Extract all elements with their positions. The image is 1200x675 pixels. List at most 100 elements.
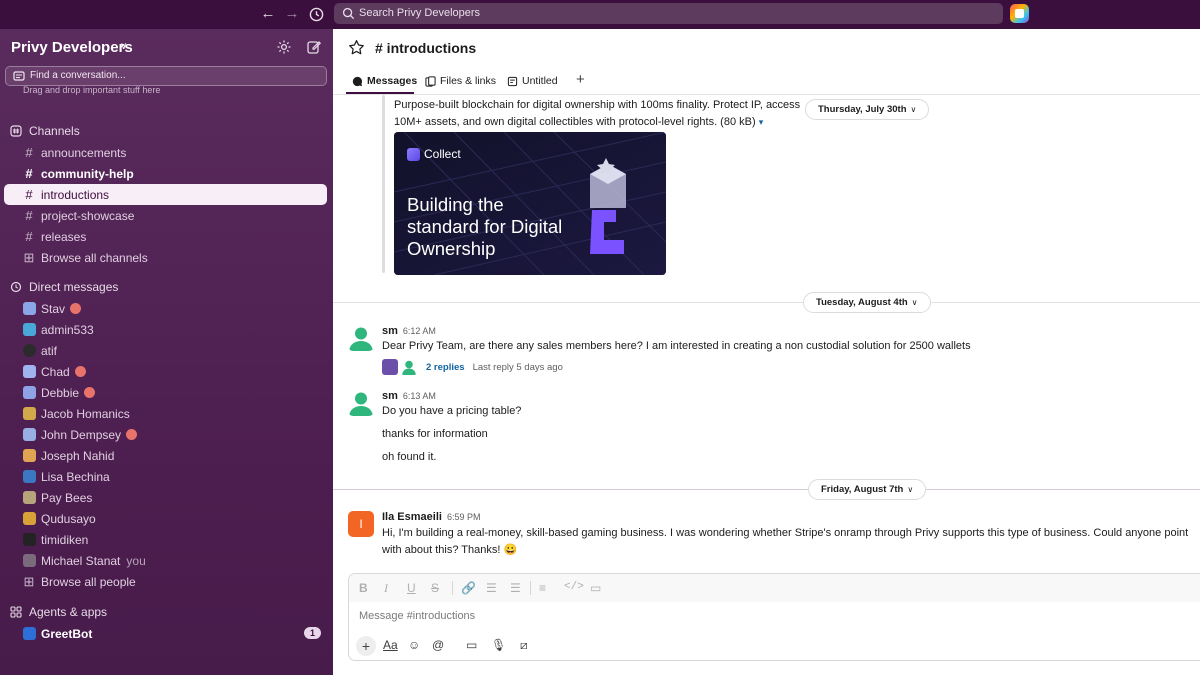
app-logo-icon[interactable] [1010, 4, 1029, 23]
message-time[interactable]: 6:12 AM [403, 326, 436, 336]
greetbot-icon [23, 627, 36, 640]
underline-icon[interactable]: U [407, 581, 416, 595]
dm-name: Chad [41, 364, 70, 379]
back-arrow-icon[interactable]: ← [258, 4, 278, 24]
dm-item-debbie[interactable]: Debbie [4, 382, 327, 403]
avatar [23, 323, 36, 336]
message-text: Hi, I'm building a real-money, skill-bas… [382, 527, 1189, 539]
ordered-list-icon[interactable]: ☰ [486, 581, 497, 595]
strikethrough-icon[interactable]: S [431, 581, 439, 595]
avatar [23, 365, 36, 378]
tab-messages[interactable]: Messages [352, 73, 417, 89]
user-avatar[interactable]: I [348, 511, 374, 537]
link-icon[interactable]: 🔗 [461, 581, 476, 595]
message-composer: B I U S 🔗 ☰ ☰ ≡ </> ▭ Message #introduct… [348, 573, 1200, 661]
message-author[interactable]: Ila Esmaeili 6:59 PM [382, 511, 480, 523]
channel-item-releases[interactable]: # releases [4, 226, 327, 247]
history-icon[interactable] [306, 4, 326, 24]
chevron-down-icon[interactable]: ∨ [120, 41, 127, 52]
channels-section-header[interactable]: Channels [10, 122, 80, 140]
apps-header-label: Agents & apps [29, 605, 108, 619]
dm-name: Debbie [41, 385, 80, 400]
code-block-icon[interactable]: ▭ [590, 581, 601, 595]
date-divider-pill[interactable]: Tuesday, August 4th ∨ [803, 292, 931, 313]
search-bar[interactable]: Search Privy Developers [334, 3, 1003, 24]
channel-item-community-help[interactable]: # community-help [4, 163, 327, 184]
message-time[interactable]: 6:13 AM [403, 391, 436, 401]
hash-icon: # [25, 145, 33, 160]
date-divider-pill[interactable]: Thursday, July 30th ∨ [805, 99, 930, 120]
gear-icon[interactable] [276, 39, 292, 55]
star-icon[interactable] [348, 39, 365, 56]
dm-item-john-dempsey[interactable]: John Dempsey [4, 424, 327, 445]
apps-section-header[interactable]: Agents & apps [10, 603, 107, 621]
replies-link[interactable]: 2 replies [426, 362, 465, 373]
forward-arrow-icon[interactable]: → [282, 4, 302, 24]
blockquote-icon[interactable]: ≡ [539, 581, 546, 595]
browse-channels-icon: ⊞ [23, 249, 35, 265]
chevron-down-icon: ∨ [911, 298, 918, 307]
code-icon[interactable]: </> [564, 581, 584, 593]
status-away-icon [84, 387, 96, 398]
you-tag: you [126, 553, 146, 568]
emoji-icon[interactable]: ☺ [408, 638, 420, 652]
attach-plus-button[interactable]: + [356, 636, 376, 656]
channel-item-project-showcase[interactable]: # project-showcase [4, 205, 327, 226]
unread-badge: 1 [303, 627, 321, 639]
channel-title[interactable]: # introductions [375, 40, 476, 56]
dm-item-atif[interactable]: atif [4, 340, 327, 361]
thread-replies[interactable]: 2 replies Last reply 5 days ago [382, 359, 563, 375]
compose-icon[interactable] [306, 39, 322, 55]
date-divider-pill[interactable]: Friday, August 7th ∨ [808, 479, 927, 500]
add-tab-button[interactable]: + [576, 71, 585, 88]
dm-item-timidiken[interactable]: timidiken [4, 529, 327, 550]
message-text: with about this? Thanks! 😀 [382, 544, 518, 556]
find-conversation-input[interactable]: Find a conversation... [5, 66, 327, 86]
user-avatar[interactable] [348, 390, 374, 416]
slash-command-icon[interactable]: ⧄ [520, 638, 528, 653]
message-author[interactable]: sm 6:13 AM [382, 390, 436, 402]
microphone-icon[interactable]: 🎙 [491, 638, 506, 652]
link-preview-image[interactable]: Collect Building the standard for Digita… [394, 132, 666, 275]
dm-item-pay-bees[interactable]: Pay Bees [4, 487, 327, 508]
video-icon[interactable]: ▭ [466, 638, 477, 652]
app-name: GreetBot [41, 626, 93, 641]
browse-people-link[interactable]: ⊞ Browse all people [4, 571, 327, 592]
status-away-icon [74, 366, 86, 377]
dm-section-header[interactable]: Direct messages [10, 278, 118, 296]
collect-logo-icon [407, 147, 420, 161]
dm-item-lisa-bechina[interactable]: Lisa Bechina [4, 466, 327, 487]
message-author[interactable]: sm 6:12 AM [382, 325, 436, 337]
italic-icon[interactable]: I [384, 581, 388, 596]
dm-item-admin533[interactable]: admin533 [4, 319, 327, 340]
text-format-button[interactable]: Aa [383, 638, 398, 652]
dm-item-stav[interactable]: Stav [4, 298, 327, 319]
dm-item-chad[interactable]: Chad [4, 361, 327, 382]
channel-item-introductions[interactable]: # introductions [4, 184, 327, 205]
channel-item-announcements[interactable]: # announcements [4, 142, 327, 163]
date-label: Tuesday, August 4th [816, 297, 908, 308]
dm-item-jacob-homanics[interactable]: Jacob Homanics [4, 403, 327, 424]
user-avatar[interactable] [348, 325, 374, 351]
message-time[interactable]: 6:59 PM [447, 512, 481, 522]
channel-name: community-help [41, 166, 134, 181]
mention-icon[interactable]: @ [432, 638, 444, 652]
last-reply-text: Last reply 5 days ago [472, 361, 563, 373]
dm-item-joseph-nahid[interactable]: Joseph Nahid [4, 445, 327, 466]
bullet-list-icon[interactable]: ☰ [510, 581, 521, 595]
collapse-caret[interactable]: ▾ [759, 117, 764, 127]
top-bar: ← → Search Privy Developers [0, 0, 1200, 29]
tab-untitled[interactable]: Untitled [507, 73, 558, 89]
dm-name: timidiken [41, 532, 89, 547]
avatar [23, 407, 36, 420]
message-input[interactable]: Message #introductions [359, 610, 475, 622]
tab-files-links[interactable]: Files & links [425, 73, 496, 89]
channels-header-label: Channels [29, 124, 80, 138]
dm-item-michael-stanat[interactable]: Michael Stanat you [4, 550, 327, 571]
dm-item-qudusayo[interactable]: Qudusayo [4, 508, 327, 529]
app-item-greetbot[interactable]: GreetBot 1 [4, 623, 327, 644]
bold-icon[interactable]: B [359, 581, 368, 595]
date-label: Thursday, July 30th [818, 104, 907, 115]
browse-channels-link[interactable]: ⊞ Browse all channels [4, 247, 327, 268]
workspace-name[interactable]: Privy Developers [11, 39, 133, 56]
